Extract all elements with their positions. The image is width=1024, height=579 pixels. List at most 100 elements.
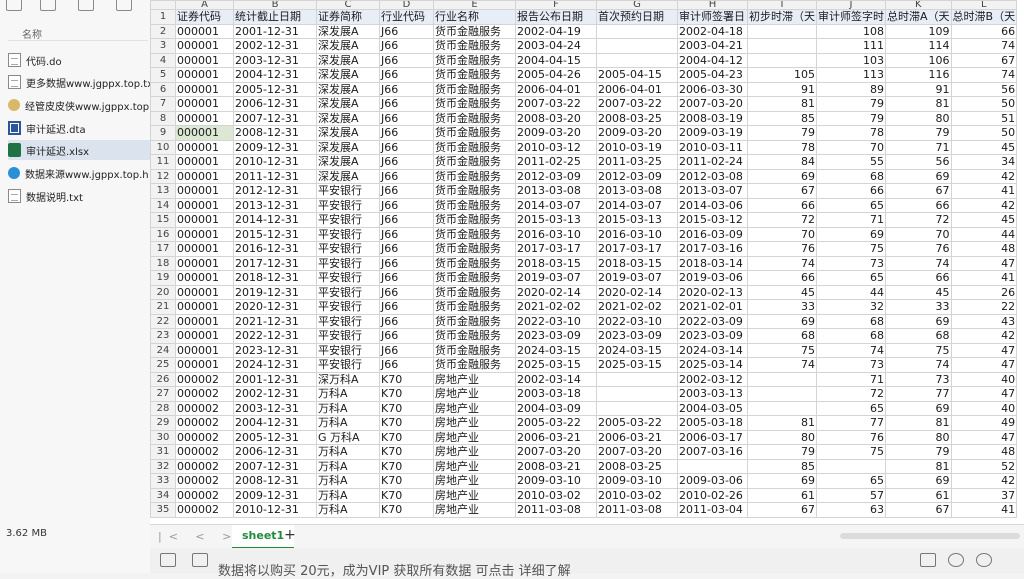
table-cell[interactable]: 000002: [175, 429, 234, 445]
table-cell[interactable]: 41: [950, 270, 1018, 286]
table-cell[interactable]: 81: [885, 458, 952, 474]
row-number[interactable]: 23: [150, 328, 176, 344]
table-cell[interactable]: 47: [950, 342, 1018, 358]
table-cell[interactable]: J66: [379, 110, 434, 126]
table-cell[interactable]: 2010-03-02: [596, 487, 678, 503]
table-cell[interactable]: 2014-03-07: [596, 197, 678, 213]
table-cell[interactable]: 2007-03-20: [596, 444, 678, 460]
table-cell[interactable]: 65: [816, 197, 886, 213]
table-cell[interactable]: 40: [950, 400, 1018, 416]
table-cell[interactable]: 79: [885, 444, 952, 460]
table-cell[interactable]: 2023-03-09: [515, 328, 597, 344]
table-cell[interactable]: J66: [379, 313, 434, 329]
table-cell[interactable]: 74: [950, 38, 1018, 54]
table-cell[interactable]: 43: [950, 313, 1018, 329]
table-cell[interactable]: 2004-03-09: [515, 400, 597, 416]
table-cell[interactable]: 33: [885, 299, 952, 315]
table-cell[interactable]: J66: [379, 212, 434, 228]
header-cell[interactable]: 总时滞A（天: [885, 9, 952, 25]
table-cell[interactable]: 50: [950, 125, 1018, 141]
table-cell[interactable]: 2024-03-14: [677, 342, 748, 358]
table-cell[interactable]: 2015-03-13: [596, 212, 678, 228]
macro-icon[interactable]: [160, 553, 176, 567]
table-cell[interactable]: 2008-03-19: [677, 110, 748, 126]
table-cell[interactable]: 万科A: [316, 458, 380, 474]
table-cell[interactable]: 平安银行: [316, 284, 380, 300]
table-cell[interactable]: 000001: [175, 125, 234, 141]
header-cell[interactable]: 证券代码: [175, 9, 234, 25]
table-cell[interactable]: J66: [379, 197, 434, 213]
table-cell[interactable]: 2005-03-22: [596, 415, 678, 431]
table-cell[interactable]: 65: [816, 270, 886, 286]
table-cell[interactable]: 2017-03-17: [596, 241, 678, 257]
table-cell[interactable]: 000002: [175, 487, 234, 503]
table-cell[interactable]: 67: [885, 183, 952, 199]
table-cell[interactable]: K70: [379, 400, 434, 416]
table-cell[interactable]: 47: [950, 386, 1018, 402]
row-number[interactable]: 35: [150, 502, 176, 518]
table-cell[interactable]: 平安银行: [316, 212, 380, 228]
table-cell[interactable]: 平安银行: [316, 313, 380, 329]
table-cell[interactable]: 2005-04-23: [677, 67, 748, 83]
table-cell[interactable]: 2016-03-10: [596, 226, 678, 242]
table-cell[interactable]: 79: [816, 110, 886, 126]
table-cell[interactable]: 000001: [175, 328, 234, 344]
rename-icon[interactable]: [78, 0, 94, 11]
table-cell[interactable]: 000001: [175, 313, 234, 329]
table-cell[interactable]: 000002: [175, 386, 234, 402]
horizontal-scrollbar[interactable]: [840, 533, 1020, 539]
table-cell[interactable]: 69: [885, 400, 952, 416]
column-header[interactable]: D: [379, 0, 434, 10]
row-number[interactable]: 13: [150, 183, 176, 199]
table-cell[interactable]: 000001: [175, 357, 234, 373]
table-cell[interactable]: 89: [816, 81, 886, 97]
column-header[interactable]: E: [433, 0, 516, 10]
table-cell[interactable]: 2001-12-31: [233, 23, 317, 39]
table-cell[interactable]: 000001: [175, 270, 234, 286]
table-cell[interactable]: 2003-12-31: [233, 52, 317, 68]
table-cell[interactable]: J66: [379, 342, 434, 358]
table-cell[interactable]: 平安银行: [316, 357, 380, 373]
table-cell[interactable]: 2016-03-10: [515, 226, 597, 242]
table-cell[interactable]: 深发展A: [316, 23, 380, 39]
row-number[interactable]: 6: [150, 81, 176, 97]
table-cell[interactable]: 货币金融服务: [433, 81, 516, 97]
table-cell[interactable]: 22: [950, 299, 1018, 315]
table-cell[interactable]: 2011-03-08: [596, 502, 678, 518]
row-number[interactable]: 24: [150, 342, 176, 358]
table-cell[interactable]: 2017-12-31: [233, 255, 317, 271]
table-cell[interactable]: 2025-03-14: [677, 357, 748, 373]
table-cell[interactable]: 2024-12-31: [233, 357, 317, 373]
table-cell[interactable]: 71: [816, 212, 886, 228]
table-cell[interactable]: 2004-04-12: [677, 52, 748, 68]
table-cell[interactable]: 2006-12-31: [233, 444, 317, 460]
table-cell[interactable]: 74: [885, 255, 952, 271]
table-cell[interactable]: 000001: [175, 299, 234, 315]
table-cell[interactable]: 72: [816, 386, 886, 402]
row-number[interactable]: 29: [150, 415, 176, 431]
column-header[interactable]: A: [175, 0, 234, 10]
table-cell[interactable]: 房地产业: [433, 400, 516, 416]
table-cell[interactable]: J66: [379, 328, 434, 344]
table-cell[interactable]: 41: [950, 502, 1018, 518]
column-header[interactable]: K: [885, 0, 952, 10]
table-cell[interactable]: 2003-03-13: [677, 386, 748, 402]
table-cell[interactable]: 2021-02-02: [596, 299, 678, 315]
table-cell[interactable]: 平安银行: [316, 342, 380, 358]
table-cell[interactable]: J66: [379, 270, 434, 286]
table-cell[interactable]: 68: [816, 328, 886, 344]
table-cell[interactable]: 85: [747, 110, 817, 126]
row-number[interactable]: 7: [150, 96, 176, 112]
table-cell[interactable]: 深发展A: [316, 139, 380, 155]
table-cell[interactable]: 78: [747, 139, 817, 155]
table-cell[interactable]: 45: [950, 139, 1018, 155]
table-cell[interactable]: 73: [885, 371, 952, 387]
table-cell[interactable]: 2012-12-31: [233, 183, 317, 199]
table-cell[interactable]: 平安银行: [316, 328, 380, 344]
table-cell[interactable]: 2005-12-31: [233, 81, 317, 97]
table-cell[interactable]: 货币金融服务: [433, 284, 516, 300]
table-cell[interactable]: 51: [950, 110, 1018, 126]
row-number[interactable]: 26: [150, 371, 176, 387]
table-cell[interactable]: 000001: [175, 96, 234, 112]
table-cell[interactable]: J66: [379, 23, 434, 39]
